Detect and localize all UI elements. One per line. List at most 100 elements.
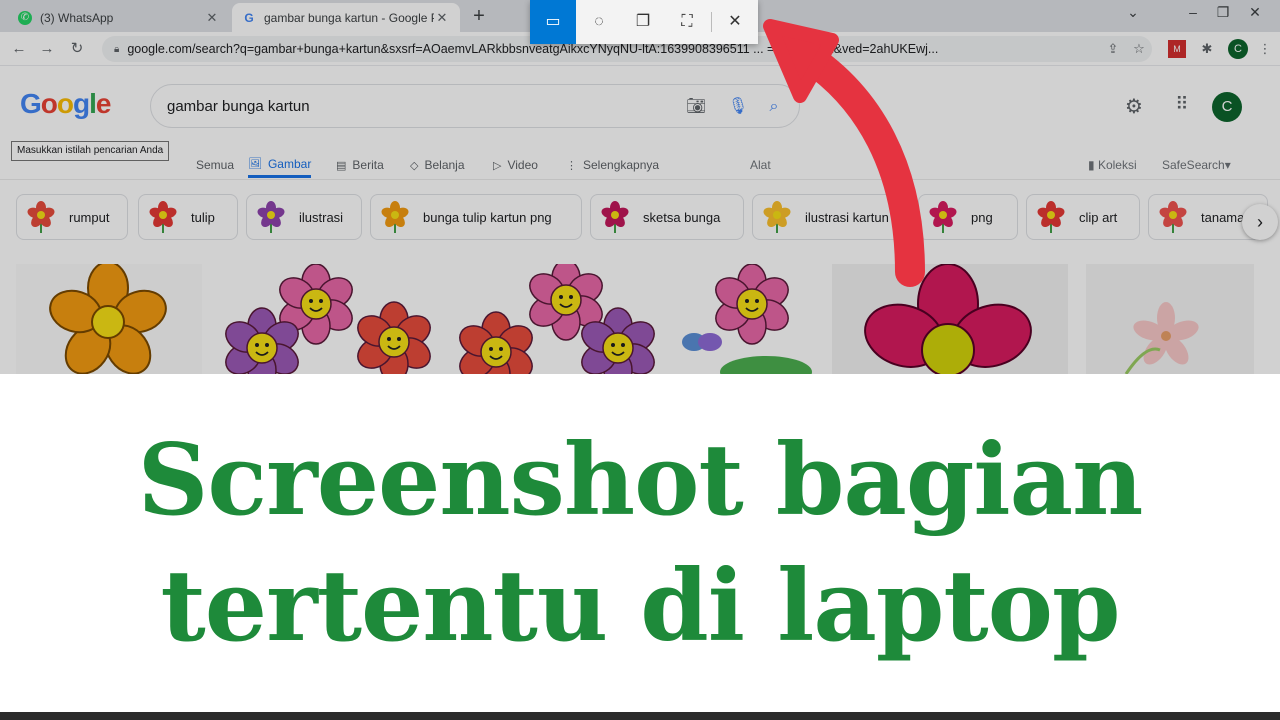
tab-berita[interactable]: ▤ Berita (336, 152, 384, 178)
flower-thumbnail-icon (601, 201, 629, 233)
collections-button[interactable]: ▮ Koleksi (1088, 158, 1137, 172)
related-chip[interactable]: ilustrasi (246, 194, 362, 240)
tab-semua[interactable]: Semua (196, 152, 234, 178)
related-chip[interactable]: bunga tulip kartun png (370, 194, 582, 240)
image-result[interactable] (456, 264, 662, 374)
related-search-chips: rumput tulip ilustrasi bunga tulip kartun p… (0, 194, 1280, 244)
tab-search-icon[interactable]: ⌄ (1118, 4, 1148, 21)
play-icon: ▷ (493, 159, 502, 172)
logo-letter: l (89, 88, 97, 119)
image-result[interactable] (1086, 264, 1254, 374)
freeform-snip-icon[interactable]: ◌ (576, 0, 622, 44)
window-snip-icon[interactable]: ❐ (620, 0, 666, 44)
cartoon-flower (357, 301, 431, 374)
camera-icon[interactable]: 📷︎ (685, 96, 707, 118)
caption-banner: Screenshot bagian tertentu di laptop (0, 374, 1280, 712)
related-chip[interactable]: sketsa bunga (590, 194, 744, 240)
whatsapp-icon: ✆ (18, 10, 32, 25)
tab-gambar[interactable]: 🖼︎ Gambar (248, 152, 312, 178)
apps-grid-icon[interactable]: ⠿ (1170, 94, 1194, 115)
logo-letter: g (73, 88, 90, 119)
more-vert-icon: ⋮ (566, 159, 577, 172)
related-chip[interactable]: ilustrasi kartun (752, 194, 910, 240)
new-tab-button[interactable]: + (466, 5, 492, 27)
window-close-icon[interactable]: ✕ (1240, 4, 1270, 21)
profile-avatar[interactable]: C (1228, 39, 1248, 59)
fullscreen-snip-icon[interactable]: ⛶ (664, 0, 710, 44)
image-icon: 🖼︎ (248, 158, 262, 170)
flower-thumbnail-icon (763, 201, 791, 233)
smiling-flowers-image (459, 264, 655, 374)
google-account-avatar[interactable]: C (1212, 92, 1242, 122)
safesearch-label: SafeSearch (1162, 158, 1225, 172)
restore-icon[interactable]: ❐ (1208, 4, 1238, 21)
extension-icon[interactable]: M (1168, 40, 1186, 58)
flower-thumbnail-icon (1037, 201, 1065, 233)
flower-thumbnail-icon (257, 201, 285, 233)
flower-thumbnail-icon (381, 201, 409, 233)
orange-flower-image (49, 264, 167, 374)
chip-label: rumput (69, 209, 110, 225)
chip-label: ilustrasi kartun (805, 209, 889, 225)
snip-toolbar: ▭ ◌ ❐ ⛶ ✕ (530, 0, 758, 44)
back-icon[interactable]: ← (8, 39, 30, 59)
tag-icon: ◇ (410, 159, 419, 172)
tab-label: Semua (196, 158, 235, 172)
cartoon-flower (715, 264, 789, 345)
google-logo[interactable]: Google (20, 88, 112, 120)
image-result[interactable] (16, 264, 202, 374)
caption-line-2: tertentu di laptop (160, 549, 1120, 664)
image-result[interactable] (676, 264, 816, 374)
related-chip[interactable]: rumput (16, 194, 128, 240)
snip-divider (711, 12, 712, 32)
chevron-right-icon[interactable]: › (1242, 204, 1278, 240)
tab-label: (3) WhatsApp (40, 10, 114, 25)
puzzle-icon[interactable]: ✱ (1198, 40, 1216, 58)
logo-letter: G (20, 88, 42, 119)
image-result[interactable] (832, 264, 1068, 374)
image-result[interactable] (218, 264, 440, 374)
rectangle-snip-icon[interactable]: ▭ (530, 0, 576, 44)
tab-label: Berita (352, 158, 384, 172)
search-box: 📷︎ 🎙︎ ⌕ (150, 84, 800, 128)
pastel-flower-image (1124, 302, 1199, 374)
close-icon[interactable]: ✕ (434, 10, 450, 26)
caret-down-icon: ▾ (1224, 158, 1231, 172)
bookmark-icon: ▮ (1088, 158, 1098, 172)
search-input[interactable] (167, 95, 667, 117)
chip-label: png (971, 209, 993, 225)
close-icon[interactable]: ✕ (204, 10, 220, 26)
bookmark-star-icon[interactable]: ☆ (1130, 40, 1148, 58)
tab-label: Video (507, 158, 538, 172)
logo-letter: o (40, 88, 58, 119)
close-icon[interactable]: ✕ (712, 0, 758, 44)
safesearch-button[interactable]: SafeSearch▾ (1162, 158, 1231, 172)
minimize-icon[interactable]: – (1178, 4, 1208, 20)
share-icon[interactable]: ⇪ (1104, 40, 1122, 58)
google-g-icon: G (242, 10, 256, 25)
related-chip[interactable]: tulip (138, 194, 238, 240)
kebab-menu-icon[interactable]: ⋮ (1256, 40, 1274, 58)
tab-whatsapp[interactable]: ✆ (3) WhatsApp ✕ (8, 3, 230, 32)
logo-letter: e (95, 88, 112, 119)
windows-taskbar (0, 712, 1280, 720)
tab-google-search[interactable]: G gambar bunga kartun - Google P ✕ (232, 3, 460, 32)
search-icon[interactable]: ⌕ (763, 96, 785, 118)
forward-icon[interactable]: → (36, 39, 58, 59)
flower-thumbnail-icon (929, 201, 957, 233)
tab-belanja[interactable]: ◇ Belanja (410, 152, 465, 178)
tab-label: gambar bunga kartun - Google P (264, 10, 434, 25)
chip-label: bunga tulip kartun png (423, 209, 552, 225)
related-chip[interactable]: png (918, 194, 1018, 240)
settings-gear-icon[interactable]: ⚙ (1122, 94, 1146, 119)
chip-label: sketsa bunga (643, 209, 721, 225)
tools-button[interactable]: Alat (750, 158, 771, 172)
microphone-icon[interactable]: 🎙︎ (727, 96, 749, 118)
flower-thumbnail-icon (1159, 201, 1187, 233)
logo-letter: o (56, 88, 74, 119)
tab-selengkapnya[interactable]: ⋮ Selengkapnya (566, 152, 659, 178)
search-type-tabs: Semua 🖼︎ Gambar ▤ Berita ◇ Belanja ▷ Vid… (0, 146, 1280, 180)
reload-icon[interactable]: ↻ (66, 39, 88, 59)
related-chip[interactable]: clip art (1026, 194, 1140, 240)
tab-video[interactable]: ▷ Video (493, 152, 538, 178)
